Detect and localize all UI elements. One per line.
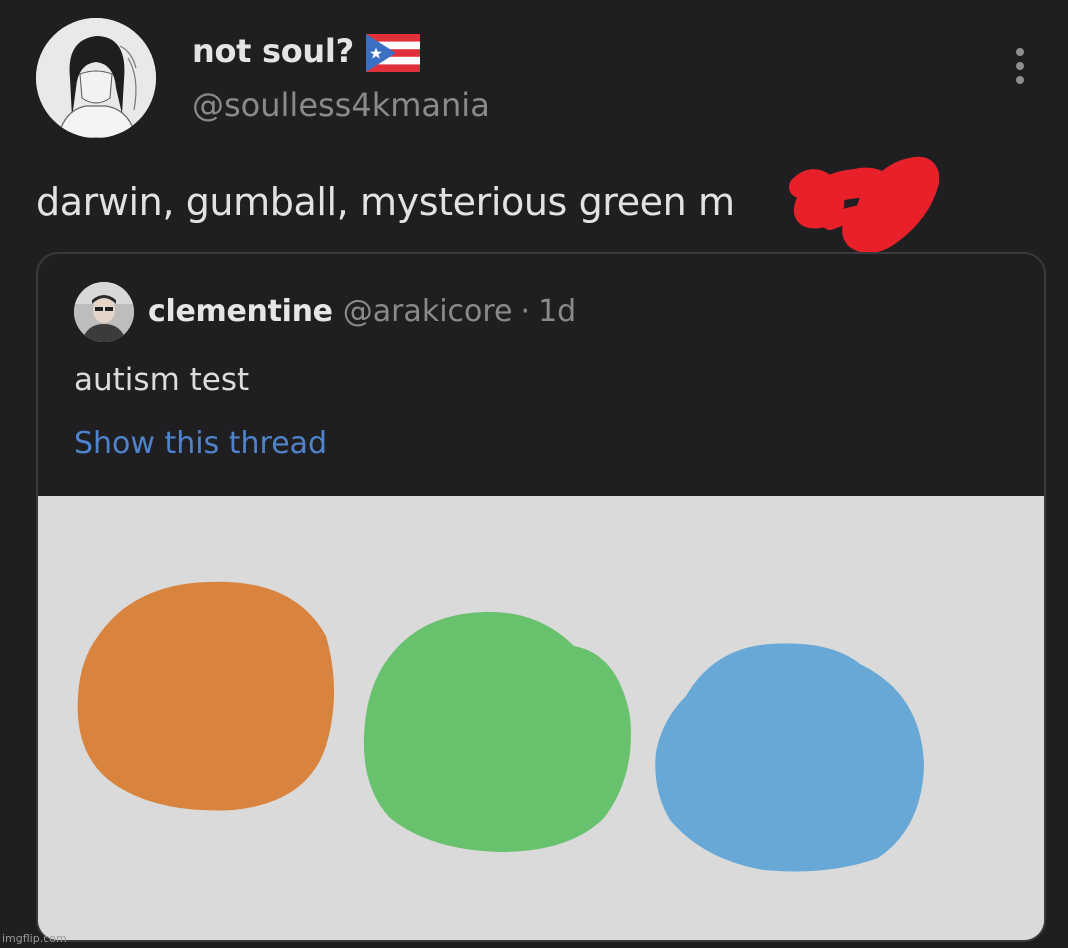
vertical-ellipsis-icon bbox=[1016, 62, 1024, 70]
more-options-button[interactable] bbox=[1004, 44, 1036, 88]
quoted-timestamp[interactable]: 1d bbox=[538, 294, 576, 329]
puerto-rico-flag-icon bbox=[366, 34, 420, 72]
vertical-ellipsis-icon bbox=[1016, 48, 1024, 56]
author-display-name[interactable]: not soul? bbox=[192, 32, 354, 70]
vertical-ellipsis-icon bbox=[1016, 76, 1024, 84]
separator-dot: · bbox=[520, 294, 531, 329]
quoted-author-avatar[interactable] bbox=[74, 282, 134, 342]
author-handle[interactable]: @soulless4kmania bbox=[192, 86, 490, 124]
orange-blob bbox=[77, 581, 335, 811]
post-text: darwin, gumball, mysterious green m bbox=[36, 180, 735, 224]
quoted-tweet-card[interactable]: clementine @arakicore · 1d autism test Show… bbox=[36, 252, 1046, 942]
quoted-author-handle[interactable]: @arakicore bbox=[343, 294, 513, 329]
quoted-tweet-text: autism test bbox=[74, 362, 250, 398]
imgflip-watermark: imgflip.com bbox=[2, 932, 67, 945]
show-thread-link[interactable]: Show this thread bbox=[74, 426, 327, 461]
red-scribble-redaction bbox=[770, 142, 940, 257]
quoted-author-display-name[interactable]: clementine bbox=[148, 294, 333, 329]
person-photo-avatar-icon bbox=[74, 282, 134, 342]
author-avatar[interactable] bbox=[36, 18, 156, 138]
quoted-author-line: clementine @arakicore · 1d bbox=[148, 294, 576, 329]
anime-character-avatar-icon bbox=[36, 18, 156, 138]
quoted-tweet-image[interactable] bbox=[38, 496, 1044, 940]
